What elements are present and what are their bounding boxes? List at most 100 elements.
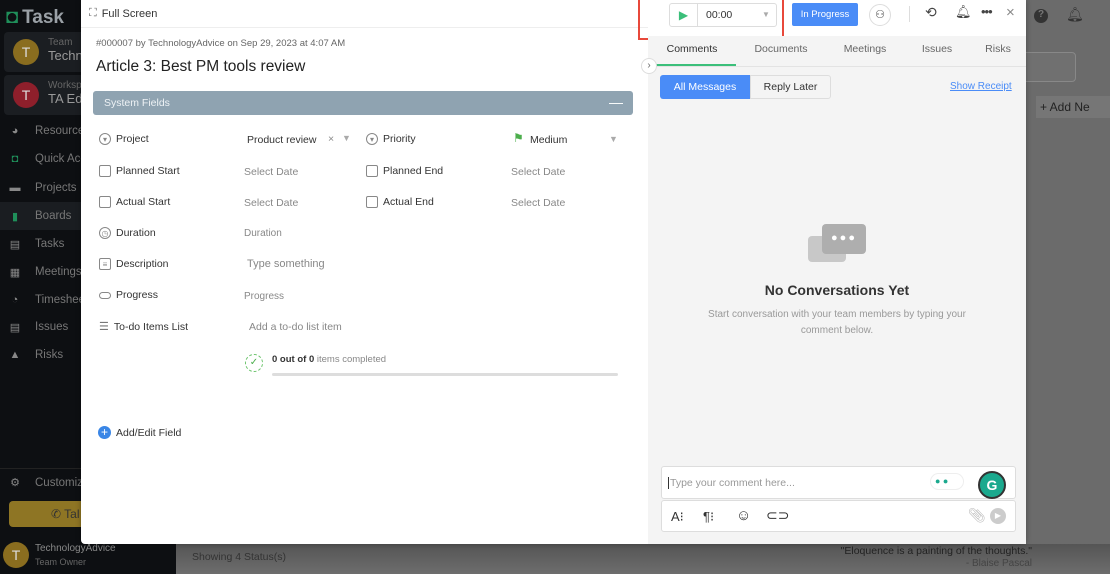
workspace-avatar: T [13,82,39,108]
tab-meetings[interactable]: Meetings [826,36,904,66]
label-text: Description [116,258,169,270]
grammarly-inline-icon[interactable]: ● ● [930,473,964,490]
sidebar-item-label: Boards [35,210,72,222]
todo-count-value: 0 out of 0 [272,354,315,365]
chat-bubbles-icon: ●●● [808,224,866,270]
more-icon[interactable]: ••• [981,4,993,19]
list-icon: ▤ [9,321,21,334]
duration-input[interactable]: Duration [244,228,282,239]
board-icon: ▮ [11,210,19,223]
status-button[interactable]: In Progress [792,3,858,26]
collapse-panel-button[interactable]: › [641,58,657,74]
add-edit-field-button[interactable]: Add/Edit Field [116,427,181,439]
sync-icon[interactable]: ⟲ [925,4,937,21]
sidebar-item-label: Risks [35,349,64,361]
warning-icon: ▲ [9,349,21,361]
label-text: To-do Items List [113,320,188,333]
full-screen-button[interactable]: ⛶ Full Screen [81,0,648,28]
tab-issues[interactable]: Issues [904,36,970,66]
timer-control[interactable]: ▶ 00:00 ▼ [669,3,777,27]
add-new-button[interactable]: + Add Ne [1036,96,1110,118]
chevron-down-icon[interactable]: ▼ [762,10,770,19]
actual-end-input[interactable]: Select Date [511,197,565,209]
panel-tabs: Comments Documents Meetings Issues Risks [648,36,1026,67]
actual-start-input[interactable]: Select Date [244,197,298,209]
stopwatch-icon: ◔ [11,294,19,306]
todo-count: 0 out of 0 items completed [272,354,386,365]
description-input[interactable]: Type something [247,258,325,270]
planned-end-label: Planned End [366,165,443,177]
planned-start-input[interactable]: Select Date [244,166,298,178]
show-receipt-link[interactable]: Show Receipt [950,81,1012,92]
tab-documents[interactable]: Documents [736,36,826,66]
progress-input[interactable]: Progress [244,291,284,302]
chevron-down-icon[interactable]: ▼ [342,133,351,143]
comments-panel: ▶ 00:00 ▼ In Progress ⚇ ⟲ 🔔︎ ••• × Comme… [638,0,1026,544]
empty-text: Start conversation with your team member… [708,309,966,336]
document-icon: ≡ [99,258,111,270]
todo-count-suffix: items completed [316,354,387,365]
task-title[interactable]: Article 3: Best PM tools review [96,58,305,76]
help-icon[interactable]: ? [1034,9,1048,23]
workspace-label: Worksp [48,80,82,91]
task-meta: #000007 by TechnologyAdvice on Sep 29, 2… [96,38,346,49]
todo-progress-bar [272,373,618,376]
phone-icon: ✆ [51,507,65,521]
close-icon[interactable]: × [1006,4,1015,21]
paragraph-icon[interactable]: ¶⁝ [703,509,714,525]
clock-icon: ◷ [99,227,111,239]
empty-title: No Conversations Yet [764,282,910,298]
calendar-icon [366,196,378,208]
emoji-icon[interactable]: ☺ [736,507,751,524]
label-text: Priority [383,133,416,145]
talk-label: Tal [64,507,80,521]
sidebar-item-label: Tasks [35,238,65,250]
label-text: Planned Start [116,165,180,177]
sidebar-item-label: Issues [35,321,69,333]
todo-label: ☰ To-do Items List [99,320,188,334]
timer-value: 00:00 [706,9,733,21]
project-select[interactable]: Product review [247,134,316,146]
dropdown-circle-icon: ▾ [99,133,111,145]
bell-icon[interactable]: 🔔︎ [955,4,972,20]
logo-icon: ◘ [6,6,19,28]
link-icon[interactable]: ⊂⊃ [766,507,789,524]
label-text: Project [116,133,149,145]
play-icon[interactable]: ▶ [670,4,698,26]
duration-label: ◷ Duration [99,227,156,239]
progress-label: Progress [99,289,158,301]
grammarly-icon[interactable]: G [978,471,1006,499]
status-count: Showing 4 Status(s) [192,551,286,563]
send-icon[interactable]: ▶ [990,508,1006,524]
text-format-icon[interactable]: A⁝ [671,509,684,525]
bell-icon[interactable]: 🔔︎ [1066,6,1084,23]
user-avatar[interactable]: T [3,542,29,568]
quote-author: - Blaise Pascal [965,558,1032,569]
quote: "Eloquence is a painting of the thoughts… [840,545,1032,557]
comment-placeholder: Type your comment here... [668,477,795,489]
calendar-icon [99,196,111,208]
sidebar-item-label: Projects [35,182,77,194]
add-user-icon[interactable]: ⚇ [869,4,891,26]
sidebar-item-label: Meetings [35,266,82,278]
app-logo[interactable]: ◘ Task [6,6,64,29]
clear-icon[interactable]: × [328,133,334,145]
plus-circle-icon[interactable]: + [98,426,111,439]
reply-later-button[interactable]: Reply Later [750,75,831,99]
priority-select[interactable]: Medium [530,134,567,146]
attachment-icon[interactable]: 📎︎ [968,507,986,524]
gear-icon: ⚙ [10,477,20,489]
tab-risks[interactable]: Risks [970,36,1026,66]
expand-icon: ⛶ [89,7,97,19]
clipboard-icon: ▤ [9,238,21,251]
priority-label: ▾ Priority [366,133,416,145]
system-fields-header[interactable]: System Fields — [93,91,633,115]
all-messages-button[interactable]: All Messages [660,75,750,99]
collapse-icon[interactable]: — [609,94,623,110]
planned-end-input[interactable]: Select Date [511,166,565,178]
todo-input[interactable]: Add a to-do list item [249,321,342,333]
comment-input[interactable]: Type your comment here... ● ● G [661,466,1016,499]
chevron-down-icon[interactable]: ▼ [609,134,618,144]
flag-icon: ⚑ [513,131,524,145]
tab-comments[interactable]: Comments [648,36,736,66]
